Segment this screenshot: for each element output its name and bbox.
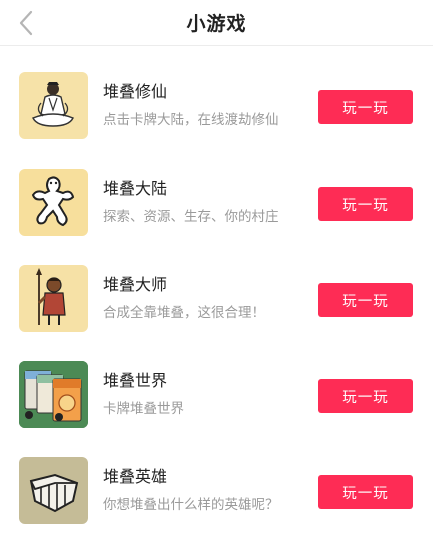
- game-title: 堆叠大师: [103, 275, 168, 294]
- game-item-1[interactable]: 堆叠修仙 点击卡牌大陆，在线渡劫修仙 玩一玩: [0, 72, 433, 168]
- play-button[interactable]: 玩一玩: [318, 90, 413, 124]
- game-description: 卡牌堆叠世界: [103, 401, 184, 417]
- game-item-4[interactable]: 堆叠世界 卡牌堆叠世界 玩一玩: [0, 361, 433, 457]
- game-description: 你想堆叠出什么样的英雄呢？: [103, 497, 279, 513]
- back-button[interactable]: [10, 8, 42, 38]
- armor-shield-icon: [19, 457, 88, 524]
- game-title: 堆叠大陆: [103, 179, 168, 198]
- play-button[interactable]: 玩一玩: [318, 187, 413, 221]
- page-title: 小游戏: [186, 13, 247, 35]
- game-item-5[interactable]: 堆叠英雄 你想堆叠出什么样的英雄呢？ 玩一玩: [0, 457, 433, 553]
- play-button[interactable]: 玩一玩: [318, 283, 413, 317]
- game-title: 堆叠世界: [103, 371, 168, 390]
- card-stack-icon: [19, 361, 88, 428]
- villager-with-spear-icon: [19, 265, 88, 332]
- game-item-2[interactable]: 堆叠大陆 探索、资源、生存、你的村庄 玩一玩: [0, 169, 433, 265]
- chevron-left-icon: [19, 10, 33, 36]
- game-item-3[interactable]: 堆叠大师 合成全靠堆叠，这很合理！ 玩一玩: [0, 265, 433, 361]
- stick-figure-icon: [19, 169, 88, 236]
- game-description: 探索、资源、生存、你的村庄: [103, 209, 279, 225]
- play-button[interactable]: 玩一玩: [318, 379, 413, 413]
- header-bar: 小游戏: [0, 0, 433, 46]
- game-title: 堆叠修仙: [103, 82, 168, 101]
- play-button[interactable]: 玩一玩: [318, 475, 413, 509]
- meditating-cultivator-icon: [19, 72, 88, 139]
- game-description: 合成全靠堆叠，这很合理！: [103, 305, 265, 321]
- game-title: 堆叠英雄: [103, 467, 168, 486]
- game-description: 点击卡牌大陆，在线渡劫修仙: [103, 112, 279, 128]
